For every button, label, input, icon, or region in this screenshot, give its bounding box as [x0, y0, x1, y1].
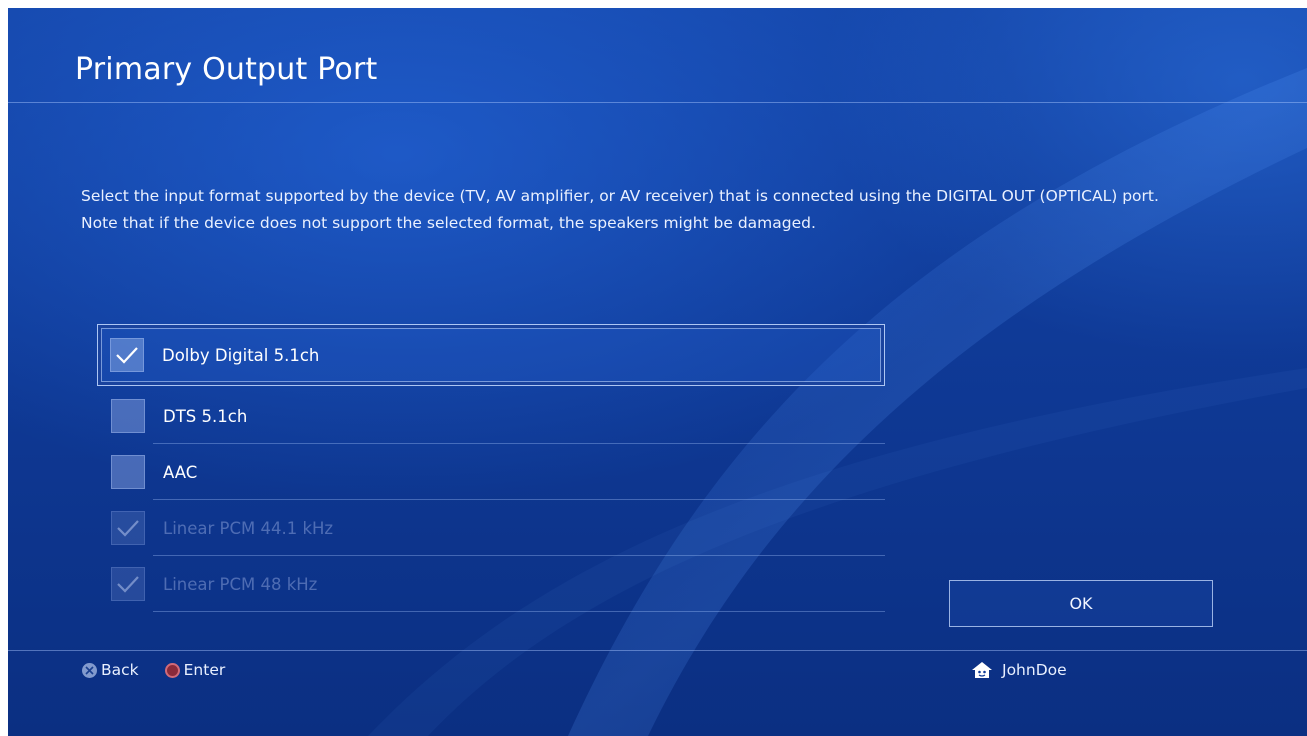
option-label: AAC [163, 462, 198, 482]
row-divider [153, 611, 885, 612]
page-title: Primary Output Port [75, 52, 378, 87]
checkmark-icon [116, 347, 138, 364]
cross-button-icon [82, 662, 97, 678]
option-dolby-digital[interactable]: Dolby Digital 5.1ch [97, 324, 885, 386]
checkmark-icon [117, 520, 139, 537]
button-hints: Back Enter [82, 661, 251, 679]
checkbox-checked-disabled [111, 567, 145, 601]
description: Select the input format supported by the… [81, 183, 1231, 237]
enter-label: Enter [183, 661, 226, 679]
description-line-2: Note that if the device does not support… [81, 214, 816, 232]
avatar-icon [971, 661, 993, 679]
checkbox-checked-disabled [111, 511, 145, 545]
description-line-1: Select the input format supported by the… [81, 187, 1159, 205]
option-label: Linear PCM 48 kHz [163, 574, 318, 594]
primary-output-port-screen: Primary Output Port Select the input for… [8, 8, 1307, 736]
option-lpcm-48: Linear PCM 48 kHz [97, 556, 885, 612]
option-lpcm-44: Linear PCM 44.1 kHz [97, 500, 885, 556]
footer-divider [8, 650, 1307, 651]
option-dts[interactable]: DTS 5.1ch [97, 388, 885, 444]
back-hint[interactable]: Back [82, 661, 139, 679]
circle-button-icon [164, 662, 180, 678]
enter-hint[interactable]: Enter [164, 661, 226, 679]
back-label: Back [101, 661, 139, 679]
title-divider [8, 102, 1307, 103]
format-option-list: Dolby Digital 5.1ch DTS 5.1ch AAC Linear… [97, 324, 885, 612]
option-label: Linear PCM 44.1 kHz [163, 518, 334, 538]
checkbox-checked[interactable] [110, 338, 144, 372]
checkmark-icon [117, 576, 139, 593]
option-label: Dolby Digital 5.1ch [162, 345, 320, 365]
option-label: DTS 5.1ch [163, 406, 248, 426]
option-aac[interactable]: AAC [97, 444, 885, 500]
ok-button[interactable]: OK [949, 580, 1213, 627]
user-indicator: JohnDoe [971, 661, 1067, 679]
user-name: JohnDoe [1002, 661, 1067, 679]
checkbox-unchecked[interactable] [111, 399, 145, 433]
checkbox-unchecked[interactable] [111, 455, 145, 489]
